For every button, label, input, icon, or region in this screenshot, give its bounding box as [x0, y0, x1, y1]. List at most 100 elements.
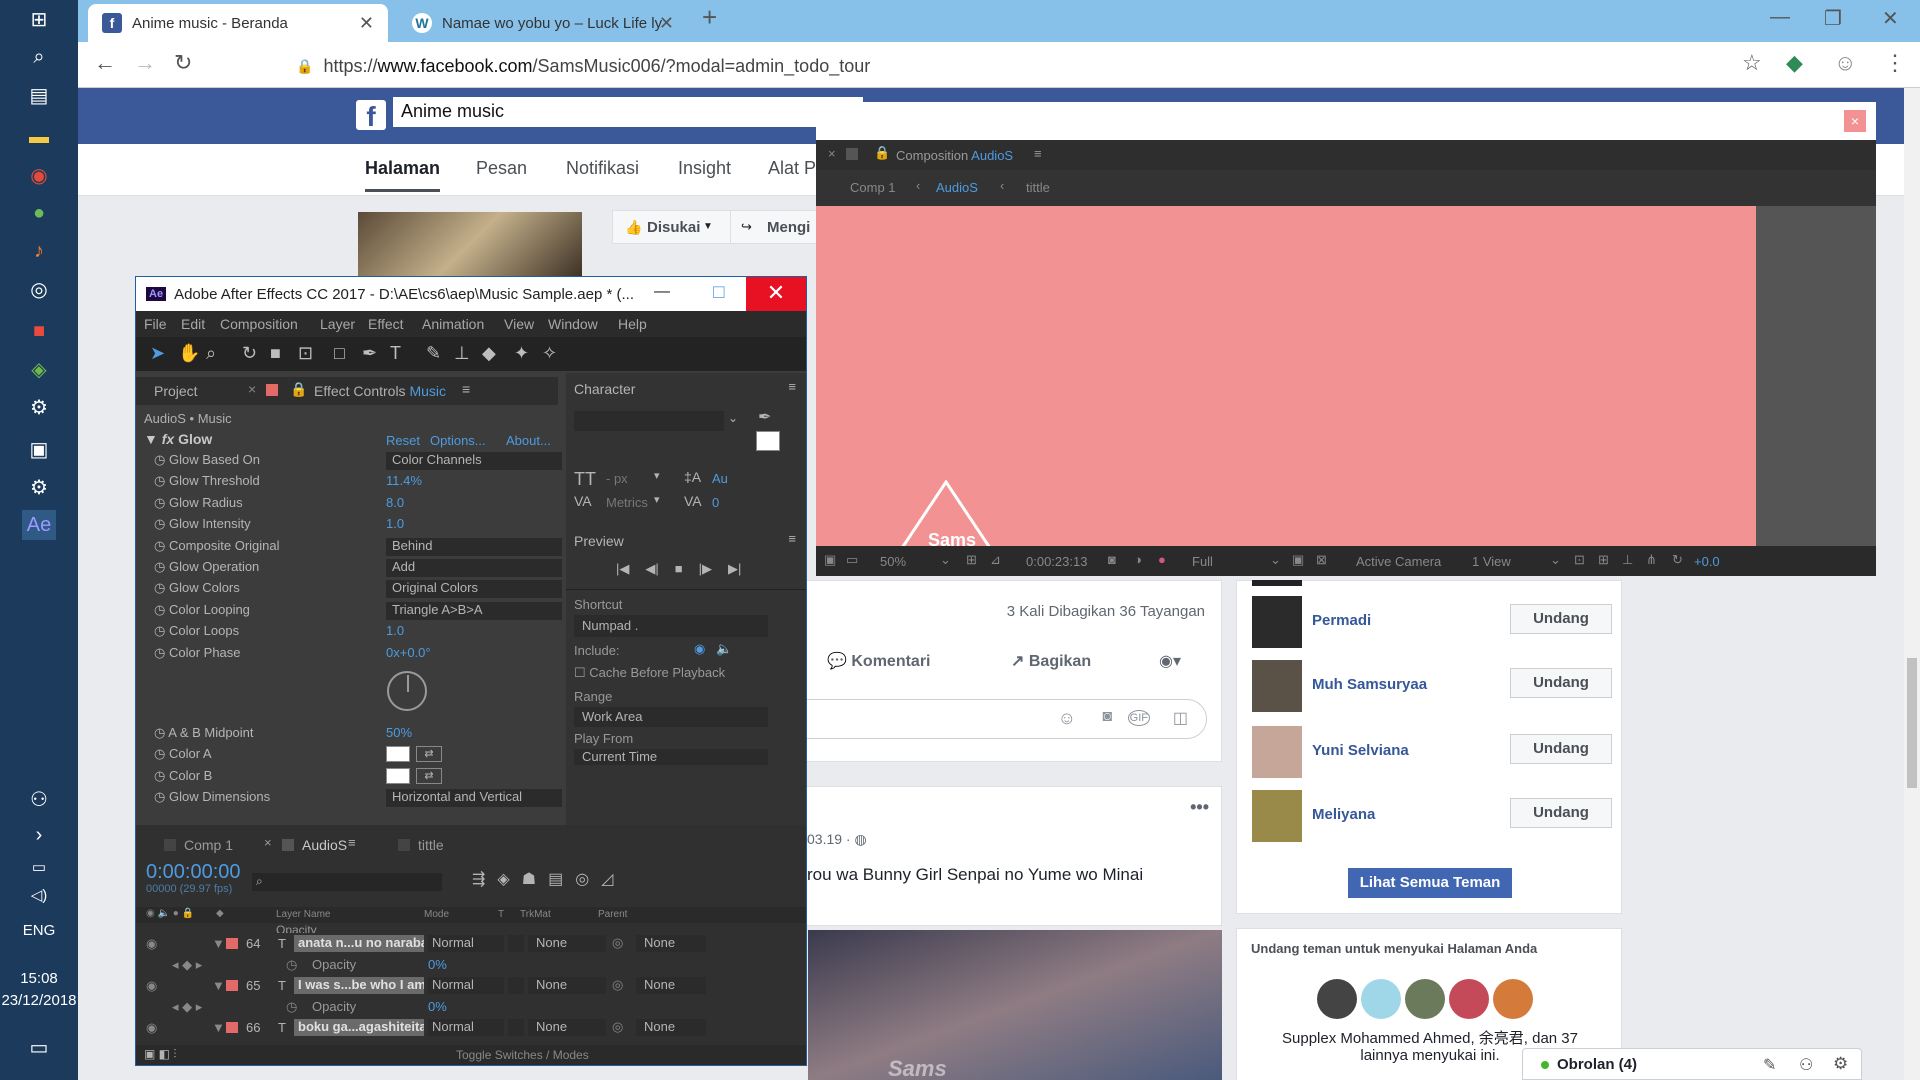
layer-search-input[interactable]: ⌕ [252, 873, 442, 891]
chevron-down-icon[interactable]: ⌄ [728, 411, 738, 425]
stopwatch-icon[interactable]: ◷ [154, 559, 165, 574]
stopwatch-icon[interactable]: ◷ [154, 746, 165, 761]
after-effects-icon[interactable]: Ae [22, 510, 56, 540]
comment-input[interactable]: ☺ ◙ GIF ◫ [757, 699, 1207, 739]
friend-name[interactable]: Permadi [1312, 612, 1371, 629]
menu-composition[interactable]: Composition [220, 316, 298, 332]
friend-name[interactable]: Meliyana [1312, 806, 1375, 823]
clone-stamp-tool-icon[interactable]: ⊥ [454, 343, 470, 364]
safe-margins-icon[interactable]: ⊞ [966, 552, 977, 568]
cache-checkbox[interactable]: ☐ Cache Before Playback [574, 665, 725, 681]
avatar[interactable] [1449, 979, 1489, 1019]
menu-animation[interactable]: Animation [422, 316, 484, 332]
options-link[interactable]: Options... [430, 433, 486, 448]
draft-3d-icon[interactable]: ◈ [497, 869, 509, 889]
reload-icon[interactable]: ↻ [174, 50, 192, 76]
profile-avatar-icon[interactable]: ☺ [1834, 50, 1856, 76]
rectangle-tool-icon[interactable]: □ [334, 343, 345, 364]
close-tab-icon[interactable]: ✕ [659, 13, 674, 34]
flowchart-icon[interactable]: ⋔ [1646, 552, 1657, 568]
clock-date[interactable]: 23/12/2018 [0, 992, 78, 1009]
see-all-friends-button[interactable]: Lihat Semua Teman [1348, 868, 1512, 898]
stopwatch-icon[interactable]: ◷ [154, 580, 165, 595]
menu-layer[interactable]: Layer [320, 316, 355, 332]
crumb-audios[interactable]: AudioS [936, 180, 978, 195]
back-icon[interactable]: ← [94, 50, 116, 76]
parent-dropdown[interactable]: None [636, 977, 706, 994]
layer-name[interactable]: boku ga...agashiteita [294, 1019, 424, 1036]
stopwatch-icon[interactable]: ◷ [154, 473, 165, 488]
avatar[interactable] [1493, 979, 1533, 1019]
preserve-transparency[interactable] [508, 977, 524, 994]
close-tab-icon[interactable]: × [828, 146, 836, 161]
avatar[interactable] [1405, 979, 1445, 1019]
property-value[interactable]: 1.0 [386, 623, 404, 638]
shortcut-dropdown[interactable]: Numpad . [574, 615, 768, 637]
camera-dropdown[interactable]: Active Camera [1356, 554, 1441, 569]
label-color[interactable] [226, 938, 238, 949]
eyedropper-icon[interactable]: ⇄ [416, 767, 442, 784]
mode-dropdown[interactable]: Normal [428, 1019, 504, 1036]
tab-comp1[interactable]: Comp 1 [184, 837, 233, 853]
bookmark-star-icon[interactable]: ☆ [1742, 50, 1762, 76]
pan-behind-tool-icon[interactable]: ⊡ [298, 343, 313, 364]
globe-icon[interactable]: ● [22, 198, 56, 228]
color-swatch[interactable] [386, 746, 410, 763]
invite-button[interactable]: Undang [1510, 798, 1612, 828]
expand-icon[interactable]: ▼ [212, 1020, 225, 1035]
first-frame-icon[interactable]: |◀ [616, 561, 629, 577]
gear-icon[interactable]: ⚙ [1833, 1054, 1848, 1074]
roto-brush-tool-icon[interactable]: ✦ [514, 343, 529, 364]
avatar[interactable] [1252, 660, 1302, 712]
pen-tool-icon[interactable]: ✒ [362, 343, 377, 364]
close-window-icon[interactable]: × [1844, 110, 1866, 132]
leading-value[interactable]: Au [712, 471, 728, 486]
font-dropdown[interactable] [574, 411, 724, 431]
rotate-tool-icon[interactable]: ↻ [242, 343, 257, 364]
monitor-icon[interactable]: ▭ [846, 552, 858, 568]
facebook-logo-icon[interactable]: f [356, 100, 386, 132]
table-row[interactable]: ◉ ▼ 64 Tanata n...u no naraba Normal None ◎ Non… [136, 933, 806, 954]
post-date[interactable]: 03.19 · ◍ [807, 831, 867, 848]
facebook-search-input[interactable]: Anime music [393, 97, 863, 127]
audience-selector[interactable]: ◉▾ [1159, 651, 1181, 671]
gif-icon[interactable]: GIF [1127, 710, 1150, 726]
avatar[interactable] [1252, 790, 1302, 842]
effect-header[interactable]: ▼ fx Glow [144, 431, 212, 447]
panel-menu-icon[interactable]: ≡ [462, 381, 470, 397]
tab-audios[interactable]: AudioS [302, 837, 347, 853]
restore-icon[interactable]: ❐ [1824, 6, 1842, 31]
tab-notifikasi[interactable]: Notifikasi [566, 158, 639, 179]
close-tab-icon[interactable]: × [264, 835, 272, 850]
lock-icon[interactable]: 🔒 [874, 145, 890, 161]
menu-effect[interactable]: Effect [368, 316, 404, 332]
chevron-down-icon[interactable]: ⌄ [1550, 552, 1561, 568]
trkmat-dropdown[interactable]: None [528, 935, 606, 952]
menu-file[interactable]: File [144, 316, 167, 332]
opacity-value[interactable]: 0% [428, 999, 447, 1014]
property-dropdown[interactable]: Horizontal and Vertical [386, 789, 562, 808]
audio-toggle-icon[interactable]: 🔈 [716, 641, 732, 657]
volume-icon[interactable]: ◁) [22, 880, 56, 910]
page-scrollbar[interactable] [1904, 88, 1920, 1080]
chevron-down-icon[interactable]: ⌄ [940, 552, 951, 568]
eyedropper-icon[interactable]: ⇄ [416, 746, 442, 763]
file-explorer-icon[interactable]: ▬ [22, 122, 56, 152]
resolution-dropdown[interactable]: Full [1192, 554, 1213, 569]
region-of-interest-icon[interactable]: ▣ [1292, 552, 1304, 568]
mode-dropdown[interactable]: Normal [428, 977, 504, 994]
post-video-thumbnail[interactable]: Sams [808, 930, 1222, 1080]
invite-button[interactable]: Undang [1510, 668, 1612, 698]
chevron-right-icon[interactable]: › [22, 820, 56, 850]
property-dropdown[interactable]: Triangle A>B>A [386, 601, 562, 620]
sticker-icon[interactable]: ◫ [1173, 708, 1188, 728]
prev-frame-icon[interactable]: ◀| [645, 561, 658, 577]
close-window-icon[interactable]: ✕ [746, 277, 806, 311]
stopwatch-icon[interactable]: ◷ [154, 789, 165, 804]
snapshot-icon[interactable]: ◙ [1108, 552, 1116, 567]
invite-button[interactable]: Undang [1510, 734, 1612, 764]
panel-menu-icon[interactable]: ≡ [348, 835, 356, 850]
property-dropdown[interactable]: Color Channels [386, 452, 562, 470]
trkmat-dropdown[interactable]: None [528, 977, 606, 994]
keyframe-nav-icon[interactable]: ◂ ◆ ▸ [172, 999, 202, 1015]
